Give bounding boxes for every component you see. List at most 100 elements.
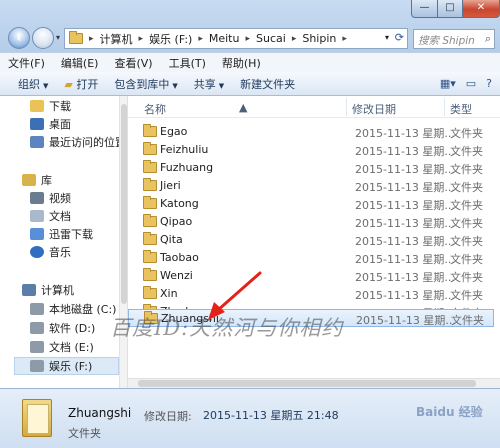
thunder-download-icon: [30, 228, 44, 240]
breadcrumb-separator-icon[interactable]: ▸: [245, 34, 250, 44]
details-modified-label: 修改日期:: [144, 410, 192, 423]
help-icon[interactable]: ?: [486, 77, 492, 90]
computer-icon: [22, 284, 36, 296]
address-bar[interactable]: ▸ 计算机 ▸ 娱乐 (F:) ▸ Meitu ▸ Sucai ▸ Shipin…: [64, 28, 408, 49]
drive-icon: [30, 360, 44, 372]
music-icon: [30, 246, 44, 258]
back-button[interactable]: ‹: [8, 27, 30, 49]
search-input[interactable]: 搜索 Shipin ⌕: [413, 29, 495, 49]
sidebar-item-label: 桌面: [49, 118, 71, 131]
menu-help[interactable]: 帮助(H): [222, 55, 261, 71]
explorer-window: — □ ✕ ‹ › ▾ ▸ 计算机 ▸ 娱乐 (F:) ▸ Meitu ▸ Su…: [0, 0, 500, 448]
horizontal-scrollbar[interactable]: [128, 378, 500, 388]
open-folder-icon: ▰: [64, 77, 77, 91]
breadcrumb-separator-icon[interactable]: ▸: [292, 34, 297, 44]
drive-icon: [30, 322, 44, 334]
sidebar-item-documents[interactable]: 文档: [30, 207, 127, 225]
sidebar-item-label: 视频: [49, 192, 71, 205]
details-type: 文件夹: [68, 427, 101, 440]
breadcrumb-separator-icon[interactable]: ▸: [89, 34, 94, 44]
sidebar-item-label: 文档: [49, 210, 71, 223]
sidebar-item-videos[interactable]: 视频: [30, 189, 127, 207]
sidebar-item-label: 软件 (D:): [49, 322, 96, 335]
share-button[interactable]: 共享 ▼: [194, 76, 224, 92]
downloads-icon: [30, 100, 44, 112]
menu-bar: 文件(F) 编辑(E) 查看(V) 工具(T) 帮助(H): [0, 52, 500, 72]
search-placeholder: 搜索 Shipin: [418, 35, 475, 47]
view-options-icon[interactable]: ▦▾: [440, 77, 456, 90]
include-in-library-button[interactable]: 包含到库中 ▼: [114, 76, 177, 92]
maximize-button[interactable]: □: [437, 0, 463, 18]
menu-file[interactable]: 文件(F): [8, 55, 45, 71]
sidebar-item-thunder-download[interactable]: 迅雷下载: [30, 225, 127, 243]
close-button[interactable]: ✕: [462, 0, 500, 18]
sidebar-scrollbar[interactable]: [119, 96, 127, 388]
sidebar-item-label: 文档 (E:): [49, 341, 94, 354]
breadcrumb-drive-f[interactable]: 娱乐 (F:): [149, 31, 192, 47]
sidebar-item-music[interactable]: 音乐: [30, 243, 127, 261]
watermark-text: 百度ID:天然河与你相约: [110, 316, 344, 340]
sidebar-item-drive-f[interactable]: 娱乐 (F:): [14, 357, 119, 375]
preview-pane-icon[interactable]: ▭: [466, 77, 476, 90]
chevron-down-icon: ▼: [218, 81, 225, 90]
recent-pages-chevron-down-icon[interactable]: ▾: [56, 33, 60, 42]
horizontal-scroll-thumb[interactable]: [138, 380, 476, 387]
drive-icon: [30, 341, 44, 353]
sidebar-item-downloads[interactable]: 下载: [30, 97, 127, 115]
sidebar-item-label: 最近访问的位置: [49, 136, 126, 149]
sidebar-scroll-thumb[interactable]: [121, 104, 127, 304]
breadcrumb-separator-icon[interactable]: ▸: [198, 34, 203, 44]
large-folder-icon: [22, 399, 52, 437]
minimize-button[interactable]: —: [411, 0, 438, 18]
desktop-icon: [30, 118, 44, 130]
folder-icon: [69, 31, 83, 44]
title-bar: — □ ✕: [0, 0, 500, 26]
search-icon[interactable]: ⌕: [485, 32, 491, 46]
navigation-row: ‹ › ▾ ▸ 计算机 ▸ 娱乐 (F:) ▸ Meitu ▸ Sucai ▸ …: [0, 26, 500, 49]
breadcrumb-sucai[interactable]: Sucai: [256, 32, 286, 45]
sidebar-item-label: 娱乐 (F:): [49, 360, 93, 373]
breadcrumb-separator-icon[interactable]: ▸: [139, 34, 144, 44]
libraries-icon: [22, 174, 36, 186]
details-name: Zhuangshi: [68, 406, 132, 420]
navigation-pane: 下载 桌面 最近访问的位置 库 视频 文档 迅雷下载 音乐 计算机 本地磁盘 (…: [0, 96, 128, 388]
menu-edit[interactable]: 编辑(E): [61, 55, 99, 71]
organize-label: 组织: [18, 77, 40, 91]
address-chevron-down-icon[interactable]: ▾: [385, 33, 389, 42]
recent-places-icon: [30, 136, 44, 148]
arrow-shaft: [216, 271, 262, 312]
share-label: 共享: [193, 77, 216, 91]
breadcrumb-separator-icon[interactable]: ▸: [342, 34, 347, 44]
sidebar-item-label: 本地磁盘 (C:): [49, 303, 117, 316]
new-folder-button[interactable]: 新建文件夹: [240, 76, 295, 92]
details-pane: Zhuangshi 修改日期: 2015-11-13 星期五 21:48 文件夹…: [0, 388, 500, 448]
forward-button[interactable]: ›: [32, 27, 54, 49]
main-area: 下载 桌面 最近访问的位置 库 视频 文档 迅雷下载 音乐 计算机 本地磁盘 (…: [0, 96, 500, 388]
view-controls: ▦▾ ▭ ?: [430, 77, 492, 90]
include-library-label: 包含到库中: [114, 77, 170, 91]
sidebar-item-label: 库: [41, 174, 52, 187]
file-list: ▲ 名称 修改日期 类型 Egao 2015-11-13 星期... 文件夹 Fei…: [128, 96, 500, 388]
chevron-down-icon: ▼: [172, 81, 178, 90]
sidebar-item-label: 迅雷下载: [49, 228, 93, 241]
menu-view[interactable]: 查看(V): [114, 55, 152, 71]
breadcrumb-shipin[interactable]: Shipin: [302, 32, 336, 45]
breadcrumb-meitu[interactable]: Meitu: [209, 32, 240, 45]
drive-icon: [30, 303, 44, 315]
chevron-down-icon: ▼: [43, 81, 49, 90]
open-button[interactable]: ▰ 打开: [64, 76, 98, 92]
sidebar-item-libraries[interactable]: 库: [22, 171, 127, 189]
brand-watermark: Baidu 经验: [416, 405, 483, 419]
sidebar-item-desktop[interactable]: 桌面: [30, 115, 127, 133]
command-bar: 组织 ▼ ▰ 打开 包含到库中 ▼ 共享 ▼ 新建文件夹 ▦▾ ▭ ?: [0, 72, 500, 96]
menu-tools[interactable]: 工具(T): [169, 55, 206, 71]
refresh-icon[interactable]: ⟳: [395, 31, 404, 44]
organize-button[interactable]: 组织 ▼: [18, 76, 48, 92]
details-modified-date: 2015-11-13 星期五 21:48: [203, 409, 339, 422]
sidebar-item-label: 音乐: [49, 246, 71, 259]
sidebar-item-computer[interactable]: 计算机: [22, 281, 127, 299]
breadcrumb-computer[interactable]: 计算机: [100, 31, 133, 47]
videos-icon: [30, 192, 44, 204]
sidebar-item-label: 下载: [49, 100, 71, 113]
sidebar-item-recent-places[interactable]: 最近访问的位置: [30, 133, 127, 151]
